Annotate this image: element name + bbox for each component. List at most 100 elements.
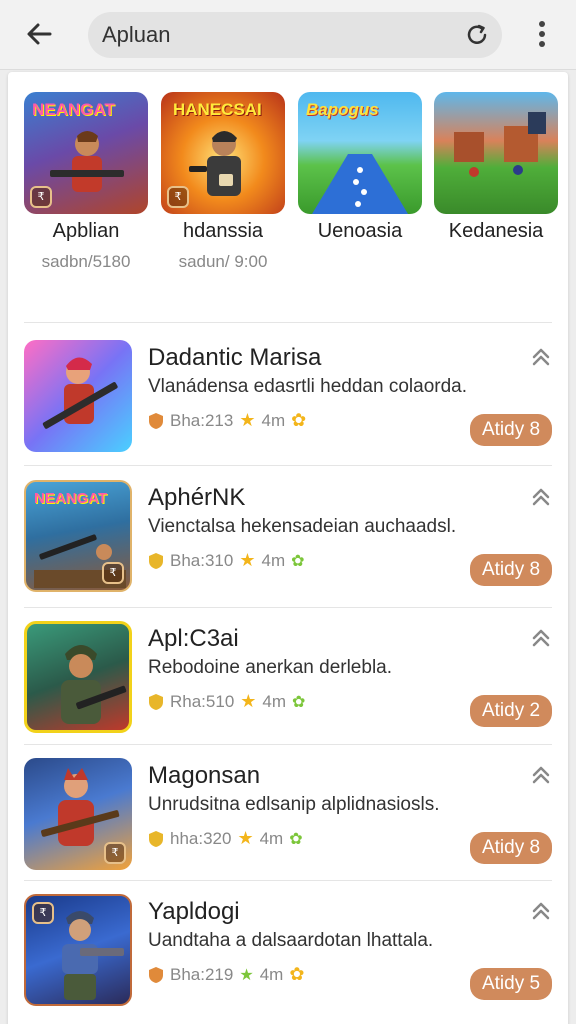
results-card: NEANGAT ₹ Apblian sadbn/5180 HANECSAI ₹ (8, 72, 568, 1024)
action-button[interactable]: Atidy 8 (470, 554, 552, 586)
divider (24, 880, 552, 881)
meta-rating: 4m (261, 410, 286, 430)
shield-icon (149, 552, 163, 569)
badge-icon: ₹ (102, 562, 124, 584)
featured-title: Kedanesia (448, 220, 544, 242)
meta-count: Bha:310 (170, 550, 234, 570)
list-item[interactable]: Dadantic Marisa Vlanádensa edasrtli hedd… (8, 328, 568, 465)
chevron-up-icon[interactable] (530, 900, 552, 922)
action-button[interactable]: Atidy 8 (470, 832, 552, 864)
action-button[interactable]: Atidy 8 (470, 414, 552, 446)
meta-count: Bha:213 (170, 410, 234, 430)
badge-icon: ₹ (104, 842, 126, 864)
divider (24, 322, 552, 323)
star-icon: ★ (239, 410, 256, 430)
divider (24, 744, 552, 745)
badge-icon: ₹ (32, 902, 54, 924)
badge-icon: ₹ (167, 186, 189, 208)
character-illustration (42, 357, 118, 429)
sparkle-icon: ✿ (291, 410, 307, 430)
featured-image-label: NEANGAT (32, 100, 115, 119)
chevron-up-icon[interactable] (530, 764, 552, 786)
featured-title: hdanssia (182, 220, 264, 242)
featured-tile[interactable]: Kedanesia (434, 92, 558, 242)
shield-icon (149, 966, 163, 983)
star-icon: ★ (240, 691, 257, 711)
app-meta: hha:320 ★ 4m ✿ (148, 828, 303, 849)
shield-icon (149, 412, 163, 429)
chevron-up-icon[interactable] (530, 486, 552, 508)
app-title: Magonsan (148, 762, 261, 789)
app-title: Yapldogi (148, 898, 240, 925)
shield-icon (149, 693, 163, 710)
list-item[interactable]: ₹ Magonsan Unrudsitna edlsanip alplidnas… (8, 746, 568, 883)
featured-app-image[interactable]: Bapogus (298, 92, 422, 214)
search-bar[interactable]: Apluan (88, 12, 502, 58)
featured-title: Apblian (52, 220, 120, 242)
divider (24, 607, 552, 608)
refresh-icon[interactable] (464, 22, 490, 48)
meta-rating: 4m (259, 964, 284, 984)
soldier-illustration (61, 645, 127, 724)
app-title: Apl:C3ai (148, 625, 239, 652)
app-description: Vlanádensa edasrtli heddan colaorda. (148, 376, 468, 397)
chevron-up-icon[interactable] (530, 346, 552, 368)
sparkle-icon: ✿ (289, 964, 305, 984)
track-illustration (312, 154, 408, 214)
character-illustration (50, 131, 124, 192)
app-meta: Bha:310 ★ 4m ✿ (148, 550, 305, 571)
featured-app-image[interactable]: NEANGAT ₹ (24, 92, 148, 214)
chevron-up-icon[interactable] (530, 627, 552, 649)
featured-subtitle: sadbn/5180 (41, 252, 131, 271)
list-item[interactable]: NEANGAT ₹ AphérNK Vienctalsa hekensadeia… (8, 468, 568, 605)
star-icon: ★ (237, 828, 254, 848)
shield-icon (149, 830, 163, 847)
meta-count: hha:320 (170, 828, 232, 848)
featured-image-label: Bapogus (306, 100, 379, 119)
app-icon[interactable]: NEANGAT ₹ (24, 480, 132, 592)
action-button[interactable]: Atidy 5 (470, 968, 552, 1000)
featured-image-label: HANECSAI (173, 100, 262, 119)
sparkle-icon: ✿ (289, 830, 303, 848)
app-icon[interactable]: ₹ (24, 758, 132, 870)
featured-subtitle: sadun/ 9:00 (178, 252, 268, 271)
app-description: Uandtaha a dalsaardotan lhattala. (148, 930, 434, 951)
building-illustration (454, 112, 546, 177)
star-icon: ★ (239, 966, 254, 984)
back-arrow-icon[interactable] (20, 14, 60, 54)
sparkle-icon: ✿ (291, 552, 305, 570)
action-button[interactable]: Atidy 2 (470, 695, 552, 727)
featured-tile[interactable]: NEANGAT ₹ Apblian sadbn/5180 (24, 92, 148, 271)
top-app-bar: Apluan (0, 0, 576, 70)
app-description: Rebodoine anerkan derlebla. (148, 657, 393, 678)
featured-tile[interactable]: Bapogus Uenoasia (298, 92, 422, 242)
list-item[interactable]: Apl:C3ai Rebodoine anerkan derlebla. Rha… (8, 609, 568, 746)
search-input[interactable]: Apluan (102, 22, 171, 48)
app-icon[interactable] (24, 621, 132, 733)
character-illustration (189, 131, 241, 196)
meta-count: Rha:510 (170, 691, 235, 711)
more-options-icon[interactable] (528, 14, 556, 54)
meta-count: Bha:219 (170, 964, 234, 984)
featured-title: Uenoasia (317, 220, 403, 242)
featured-tile[interactable]: HANECSAI ₹ hdanssia sadun/ 9:00 (161, 92, 285, 271)
meta-rating: 4m (261, 550, 286, 570)
featured-app-image[interactable]: HANECSAI ₹ (161, 92, 285, 214)
sparkle-icon: ✿ (292, 693, 306, 711)
meta-rating: 4m (262, 691, 287, 711)
star-icon: ★ (239, 550, 256, 570)
app-icon[interactable]: ₹ (24, 894, 132, 1006)
featured-app-image[interactable] (434, 92, 558, 214)
app-meta: Bha:213 ★ 4m ✿ (148, 410, 306, 431)
divider (24, 465, 552, 466)
app-icon[interactable] (24, 340, 132, 452)
app-description: Vienctalsa hekensadeian auchaadsl. (148, 516, 457, 537)
list-item[interactable]: ₹ Yapldogi Uandtaha a dalsaardotan lhatt… (8, 882, 568, 1019)
badge-icon: ₹ (30, 186, 52, 208)
app-title: AphérNK (148, 484, 246, 511)
meta-rating: 4m (259, 828, 284, 848)
app-meta: Rha:510 ★ 4m ✿ (148, 691, 305, 712)
app-image-label: NEANGAT (34, 490, 108, 507)
app-description: Unrudsitna edlsanip alplidnasiosls. (148, 794, 440, 815)
app-meta: Bha:219 ★ 4m ✿ (148, 964, 304, 985)
